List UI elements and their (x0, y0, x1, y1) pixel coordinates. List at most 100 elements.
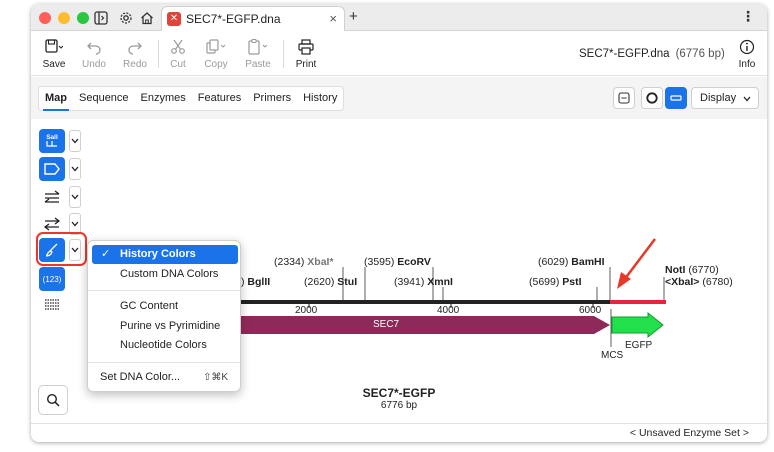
enzyme-label-psti[interactable]: (5699) PstI (529, 276, 582, 288)
home-icon[interactable] (138, 9, 155, 26)
enzyme-position: (2334) (274, 256, 305, 268)
enzyme-label-noti[interactable]: NotI (6770) (665, 264, 719, 276)
main-toolbar: Save Undo Redo Cut Copy Paste Print SEC7… (31, 32, 767, 76)
enzyme-label-bamhi[interactable]: (6029) BamHI (538, 256, 605, 268)
enzyme-set-selector[interactable]: < Unsaved Enzyme Set > (630, 427, 749, 439)
redo-button[interactable]: Redo (115, 38, 155, 70)
enzyme-label-stui[interactable]: (2620) StuI (304, 276, 357, 288)
enzyme-label-xbai[interactable]: (2334) XbaI* (274, 256, 334, 268)
tab-map[interactable]: Map (39, 87, 73, 111)
save-button[interactable]: Save (34, 38, 74, 70)
ruler-label: 6000 (579, 305, 602, 316)
tab-features[interactable]: Features (192, 87, 247, 110)
close-window-button[interactable] (39, 12, 51, 24)
tab-history[interactable]: History (297, 87, 343, 110)
chevron-down-icon (71, 138, 79, 144)
chevron-down-icon (71, 221, 79, 227)
document-tab-title: SEC7*-EGFP.dna (186, 12, 281, 26)
enzyme-name: XmnI (427, 276, 453, 288)
primer-arrows-icon (44, 190, 60, 203)
keyboard-shortcut: ⇧⌘K (202, 372, 228, 383)
menu-item-set-dna-color[interactable]: Set DNA Color... ⇧⌘K (92, 368, 238, 387)
ruler-label: 2000 (295, 305, 318, 316)
zoom-window-button[interactable] (77, 12, 89, 24)
tab-sequence[interactable]: Sequence (73, 87, 135, 110)
dna-backbone[interactable] (241, 300, 611, 304)
print-button[interactable]: Print (286, 38, 326, 70)
linear-map-icon (670, 95, 682, 101)
paste-label: Paste (245, 59, 271, 70)
mcs-label: MCS (601, 350, 624, 361)
sequence-lines-button[interactable] (39, 293, 65, 317)
enzyme-name: NotI (665, 264, 686, 276)
copy-button[interactable]: Copy (196, 38, 236, 70)
enzyme-label-ecorv[interactable]: (3595) EcoRV (364, 256, 431, 268)
menu-divider (88, 290, 240, 291)
app-window: ✕ SEC7*-EGFP.dna × + ⋮ Save Undo Redo Cu… (31, 4, 767, 442)
features-options-chevron[interactable] (69, 158, 81, 180)
paste-icon (238, 38, 278, 56)
menu-divider (88, 362, 240, 363)
document-tab[interactable]: ✕ SEC7*-EGFP.dna × (161, 6, 345, 31)
enzymes-toggle-button[interactable]: SalI (39, 129, 65, 153)
enzyme-name: StuI (337, 276, 358, 288)
enzyme-label-bglii[interactable]: ) BglII (241, 276, 270, 288)
cut-label: Cut (170, 59, 186, 70)
close-tab-button[interactable]: × (329, 11, 337, 26)
check-icon: ✓ (101, 248, 111, 260)
enzyme-name: PstI (562, 276, 582, 288)
circular-view-button[interactable] (641, 87, 663, 109)
enzyme-label-xbai-2[interactable]: <XbaI> (6780) (665, 276, 733, 288)
minimize-window-button[interactable] (58, 12, 70, 24)
callout-highlight-ring (36, 232, 87, 266)
copy-label: Copy (204, 59, 228, 70)
enzyme-label-xmni[interactable]: (3941) XmnI (394, 276, 453, 288)
primers-options-chevron[interactable] (69, 186, 81, 208)
fit-view-icon (618, 92, 630, 104)
primers-toggle-button[interactable] (39, 185, 65, 209)
search-icon (46, 393, 60, 407)
enzyme-name: BglII (247, 276, 271, 288)
info-button[interactable]: Info (727, 38, 767, 70)
printer-icon (286, 38, 326, 56)
sec7-label: SEC7 (373, 319, 400, 330)
sidebar-toggle-icon[interactable] (92, 9, 109, 26)
enzyme-position: (6770) (688, 264, 719, 276)
dna-backbone-highlighted[interactable] (610, 300, 666, 304)
undo-label: Undo (82, 59, 106, 70)
chevron-down-icon (71, 166, 79, 172)
undo-button[interactable]: Undo (74, 38, 114, 70)
enzymes-options-chevron[interactable] (69, 130, 81, 152)
cut-button[interactable]: Cut (158, 38, 198, 70)
redo-icon (115, 38, 155, 56)
egfp-feature-arrow[interactable] (611, 311, 664, 339)
file-info: SEC7*-EGFP.dna (6776 bp) (579, 48, 725, 60)
linear-view-button[interactable] (665, 87, 687, 109)
sec7-feature-arrow[interactable] (241, 316, 610, 334)
menu-item-history-colors[interactable]: ✓ History Colors (92, 245, 238, 264)
feature-tag-icon (44, 163, 60, 175)
fit-view-button[interactable] (613, 87, 635, 109)
more-options-icon[interactable]: ⋮ (741, 8, 755, 25)
enzyme-position: (3595) (364, 256, 395, 268)
new-tab-button[interactable]: + (349, 8, 358, 25)
display-dropdown[interactable]: Display (691, 87, 759, 109)
enzyme-position: ) (241, 276, 245, 288)
gear-icon[interactable] (117, 9, 134, 26)
search-button[interactable] (38, 385, 68, 415)
menu-item-nucleotide-colors[interactable]: Nucleotide Colors (92, 336, 238, 355)
features-toggle-button[interactable] (39, 157, 65, 181)
file-length: (6776 bp) (675, 48, 725, 60)
menu-item-gc-content[interactable]: GC Content (92, 297, 238, 316)
chevron-down-icon (71, 194, 79, 200)
view-tabs: Map Sequence Enzymes Features Primers Hi… (38, 86, 345, 111)
tab-enzymes[interactable]: Enzymes (135, 87, 192, 110)
paste-button[interactable]: Paste (238, 38, 278, 70)
menu-item-custom-dna-colors[interactable]: Custom DNA Colors (92, 265, 238, 284)
menu-item-purine-vs-pyrimidine[interactable]: Purine vs Pyrimidine (92, 317, 238, 336)
info-icon (727, 38, 767, 56)
tab-primers[interactable]: Primers (247, 87, 297, 110)
enzyme-position: (2620) (304, 276, 335, 288)
enzyme-name: BamHI (571, 256, 605, 268)
numbers-toggle-button[interactable]: (123) (39, 267, 65, 291)
